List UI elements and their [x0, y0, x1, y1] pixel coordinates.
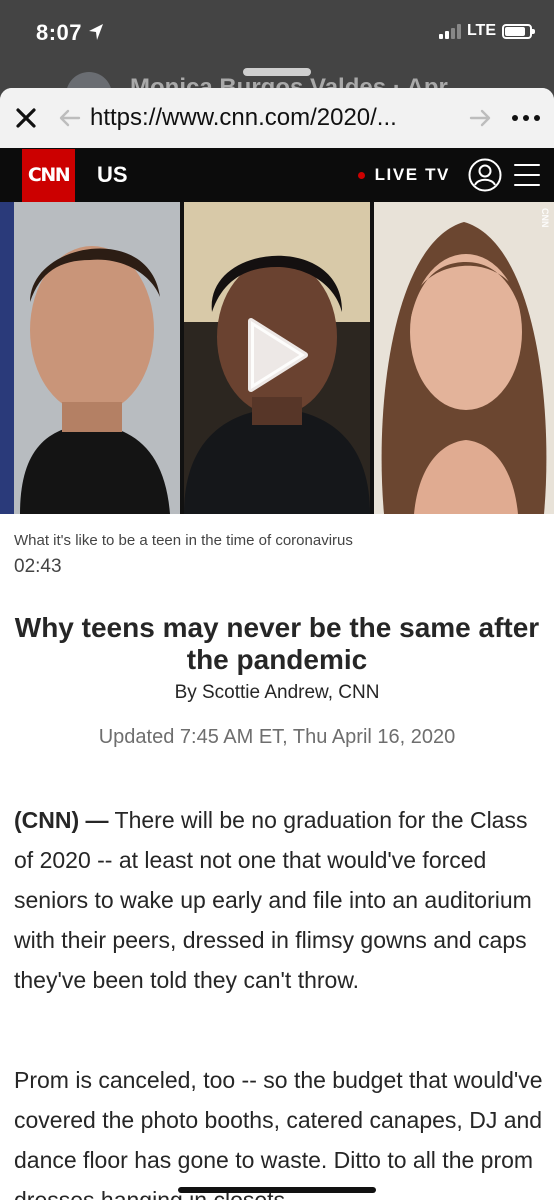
live-dot-icon [357, 171, 365, 179]
browser-toolbar: https://www.cnn.com/2020/... [0, 88, 554, 148]
signal-strength-icon [438, 23, 461, 39]
section-title[interactable]: US [97, 162, 128, 188]
paragraph-text: There will be no graduation for the Clas… [14, 807, 532, 993]
live-tv-label: LIVE TV [374, 165, 450, 184]
video-caption: What it's like to be a teen in the time … [14, 532, 353, 549]
arrow-left-icon [59, 109, 81, 127]
video-duration: 02:43 [14, 556, 62, 577]
video-watermark: CNN [540, 208, 550, 228]
network-type: LTE [466, 22, 496, 39]
location-arrow-icon [89, 24, 103, 40]
status-indicators: LTE [438, 22, 535, 40]
play-icon[interactable] [245, 317, 309, 393]
back-button[interactable] [52, 88, 88, 148]
article-updated-time: Updated 7:45 AM ET, Thu April 16, 2020 [98, 726, 456, 748]
video-player[interactable]: CNN [0, 202, 554, 514]
more-options-button[interactable] [498, 88, 554, 148]
close-button[interactable] [0, 88, 52, 148]
sheet-grabber[interactable] [243, 68, 311, 76]
live-tv-link[interactable]: LIVE TV [357, 165, 450, 185]
in-app-browser-sheet: https://www.cnn.com/2020/... CNN US LIVE… [0, 88, 554, 1200]
forward-button[interactable] [462, 88, 498, 148]
home-indicator[interactable] [178, 1187, 376, 1193]
arrow-right-icon [469, 109, 491, 127]
close-icon [16, 108, 36, 128]
article-dateline: (CNN) — [14, 807, 109, 833]
article-paragraph: (CNN) — There will be no graduation for … [14, 800, 544, 1000]
article-byline: By Scottie Andrew, CNN [174, 682, 380, 703]
cnn-logo[interactable]: CNN [22, 148, 75, 202]
hamburger-menu-icon[interactable] [514, 164, 540, 186]
battery-icon [502, 23, 535, 39]
more-horizontal-icon [512, 115, 518, 121]
video-frame-left [0, 202, 180, 514]
user-account-icon[interactable] [468, 158, 502, 192]
url-field[interactable]: https://www.cnn.com/2020/... [88, 104, 462, 132]
article-headline: Why teens may never be the same after th… [14, 612, 540, 675]
video-frame-right [374, 202, 554, 514]
status-time: 8:07 [36, 20, 83, 45]
site-header: CNN US LIVE TV [0, 148, 554, 202]
article-paragraph: Prom is canceled, too -- so the budget t… [14, 1067, 543, 1200]
